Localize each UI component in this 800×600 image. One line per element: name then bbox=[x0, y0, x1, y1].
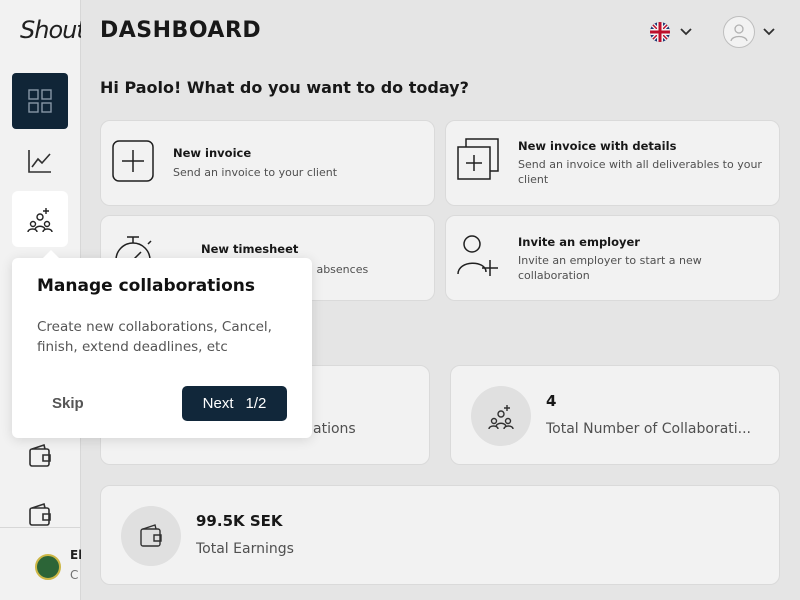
tooltip-title: Manage collaborations bbox=[37, 276, 256, 296]
next-button[interactable]: Next 1/2 bbox=[182, 386, 287, 421]
users-plus-icon bbox=[27, 208, 53, 233]
next-label: Next bbox=[202, 395, 234, 412]
tooltip-arrow bbox=[42, 250, 60, 259]
tour-highlight-collaborations[interactable] bbox=[12, 191, 68, 247]
skip-button[interactable]: Skip bbox=[42, 393, 94, 414]
step-counter: 1/2 bbox=[245, 395, 267, 412]
tooltip-body: Create new collaborations, Cancel, finis… bbox=[37, 319, 272, 355]
tour-tooltip: Manage collaborations Create new collabo… bbox=[12, 250, 312, 438]
